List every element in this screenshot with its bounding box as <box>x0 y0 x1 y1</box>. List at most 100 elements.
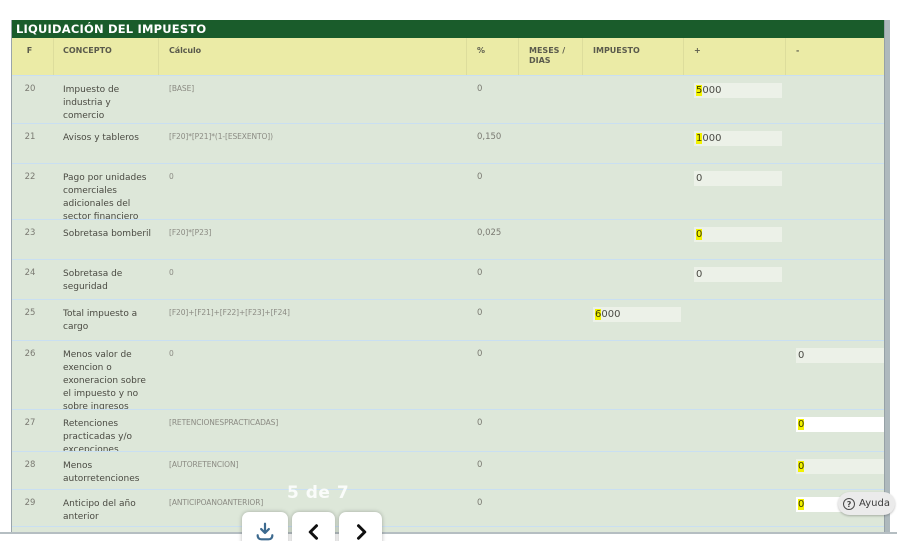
row-number-cell: 27 <box>24 418 36 428</box>
plus-cell: 0 <box>684 220 786 259</box>
minus-cell <box>786 164 885 219</box>
percent-cell: 0 <box>477 498 483 508</box>
row-number-cell: 23 <box>24 228 36 238</box>
impuesto-cell <box>583 452 684 489</box>
percent-cell: 0 <box>477 308 483 318</box>
table-row-20: 20 Impuesto de industria y comercio [BASE]… <box>12 75 885 123</box>
table-row-26: 26 Menos valor de exencion o exoneracion … <box>12 340 885 409</box>
highlighted-char: 1 <box>696 133 703 144</box>
value-input-f20[interactable]: 5000 <box>694 83 782 98</box>
impuesto-cell <box>583 410 684 451</box>
meses-dias-cell <box>519 300 583 340</box>
page-indicator: 5 de 7 <box>287 483 350 503</box>
percent-cell: 0 <box>477 268 483 278</box>
help-button[interactable]: ? Ayuda <box>838 492 895 515</box>
calculo-cell: 0 <box>169 349 174 358</box>
column-header-plus: + <box>684 38 786 75</box>
row-number-cell: 22 <box>24 172 36 182</box>
value-input-f24[interactable]: 0 <box>694 267 782 282</box>
chevron-left-icon <box>304 520 324 541</box>
value-input-f26[interactable]: 0 <box>796 348 884 363</box>
percent-cell: 0 <box>477 349 483 359</box>
table-row-25: 25 Total impuesto a cargo [F20]+[F21]+[F22… <box>12 299 885 340</box>
table-row-24: 24 Sobretasa de seguridad 0 0 0 <box>12 259 885 299</box>
minus-cell <box>786 220 885 259</box>
chevron-right-icon <box>351 520 371 541</box>
previous-page-button[interactable] <box>292 512 335 541</box>
column-header-minus: - <box>786 38 885 75</box>
vertical-scrollbar[interactable] <box>884 20 890 533</box>
impuesto-cell: 6000 <box>583 300 684 340</box>
percent-cell: 0,025 <box>477 228 502 238</box>
value-input-f27[interactable]: 0 <box>796 417 885 432</box>
calculo-cell: 0 <box>169 172 174 181</box>
column-header-f: F <box>12 38 54 75</box>
plus-cell: 0 <box>684 260 786 299</box>
meses-dias-cell <box>519 260 583 299</box>
plus-cell <box>684 300 786 340</box>
meses-dias-cell <box>519 490 583 526</box>
percent-cell: 0 <box>477 460 483 470</box>
percent-cell: 0 <box>477 418 483 428</box>
concepto-cell: Avisos y tableros <box>63 133 139 143</box>
highlighted-char: 0 <box>798 419 805 430</box>
concepto-cell: Retenciones practicadas y/o excepciones <box>63 419 133 451</box>
concepto-cell: Pago por unidades comerciales adicionale… <box>63 173 147 219</box>
download-button[interactable] <box>242 512 288 541</box>
concepto-cell: Impuesto de industria y comercio <box>63 85 120 121</box>
minus-cell: 0 <box>786 452 885 489</box>
table-row-22: 22 Pago por unidades comerciales adiciona… <box>12 163 885 219</box>
highlighted-char: 6 <box>595 309 602 320</box>
impuesto-cell <box>583 76 684 123</box>
percent-cell: 0 <box>477 172 483 182</box>
meses-dias-cell <box>519 124 583 163</box>
column-header-concepto: CONCEPTO <box>54 38 159 75</box>
highlighted-char: 0 <box>696 229 703 240</box>
table-row-29: 29 Anticipo del año anterior [ANTICIPOANOA… <box>12 489 885 526</box>
plus-cell <box>684 452 786 489</box>
calculo-cell: [RETENCIONESPRACTICADAS] <box>169 418 279 427</box>
impuesto-cell <box>583 260 684 299</box>
table-row-27: 27 Retenciones practicadas y/o excepcione… <box>12 409 885 451</box>
impuesto-cell <box>583 341 684 409</box>
impuesto-cell <box>583 490 684 526</box>
concepto-cell: Menos valor de exencion o exoneracion so… <box>63 350 146 409</box>
concepto-cell: Anticipo del año anterior <box>63 499 136 522</box>
row-number-cell: 25 <box>24 308 36 318</box>
row-number-cell: 29 <box>24 498 36 508</box>
minus-cell <box>786 260 885 299</box>
highlighted-char: 0 <box>798 461 805 472</box>
calculo-cell: [F20]*[P23] <box>169 228 212 237</box>
minus-cell <box>786 76 885 123</box>
minus-cell <box>786 300 885 340</box>
column-header-percent: % <box>467 38 519 75</box>
value-input-f23[interactable]: 0 <box>694 227 782 242</box>
impuesto-cell <box>583 164 684 219</box>
tax-table-body: 20 Impuesto de industria y comercio [BASE]… <box>12 75 885 534</box>
plus-cell <box>684 341 786 409</box>
meses-dias-cell <box>519 76 583 123</box>
value-input-f21[interactable]: 1000 <box>694 131 782 146</box>
question-mark-icon: ? <box>843 497 856 510</box>
row-number-cell: 24 <box>24 268 36 278</box>
value-input-f28[interactable]: 0 <box>796 459 884 474</box>
column-header-impuesto: IMPUESTO <box>583 38 684 75</box>
calculo-cell: 0 <box>169 268 174 277</box>
tax-settlement-table: LIQUIDACIÓN DEL IMPUESTO F CONCEPTO Cálc… <box>11 20 885 534</box>
table-row-21: 21 Avisos y tableros [F20]*[P21]*(1-[ESEXE… <box>12 123 885 163</box>
table-row-28: 28 Menos autorretenciones [AUTORETENCION] 0… <box>12 451 885 489</box>
minus-cell: 0 <box>786 410 885 451</box>
highlighted-char: 5 <box>696 85 703 96</box>
concepto-cell: Sobretasa bomberil <box>63 229 152 239</box>
meses-dias-cell <box>519 341 583 409</box>
meses-dias-cell <box>519 452 583 489</box>
help-button-label: Ayuda <box>859 498 890 509</box>
window-bottom-edge <box>0 532 897 534</box>
meses-dias-cell <box>519 164 583 219</box>
row-number-cell: 28 <box>24 460 36 470</box>
value-input-f25[interactable]: 6000 <box>593 307 681 322</box>
percent-cell: 0,150 <box>477 132 502 142</box>
next-page-button[interactable] <box>339 512 382 541</box>
minus-cell: 0 <box>786 341 885 409</box>
value-input-f22[interactable]: 0 <box>694 171 782 186</box>
